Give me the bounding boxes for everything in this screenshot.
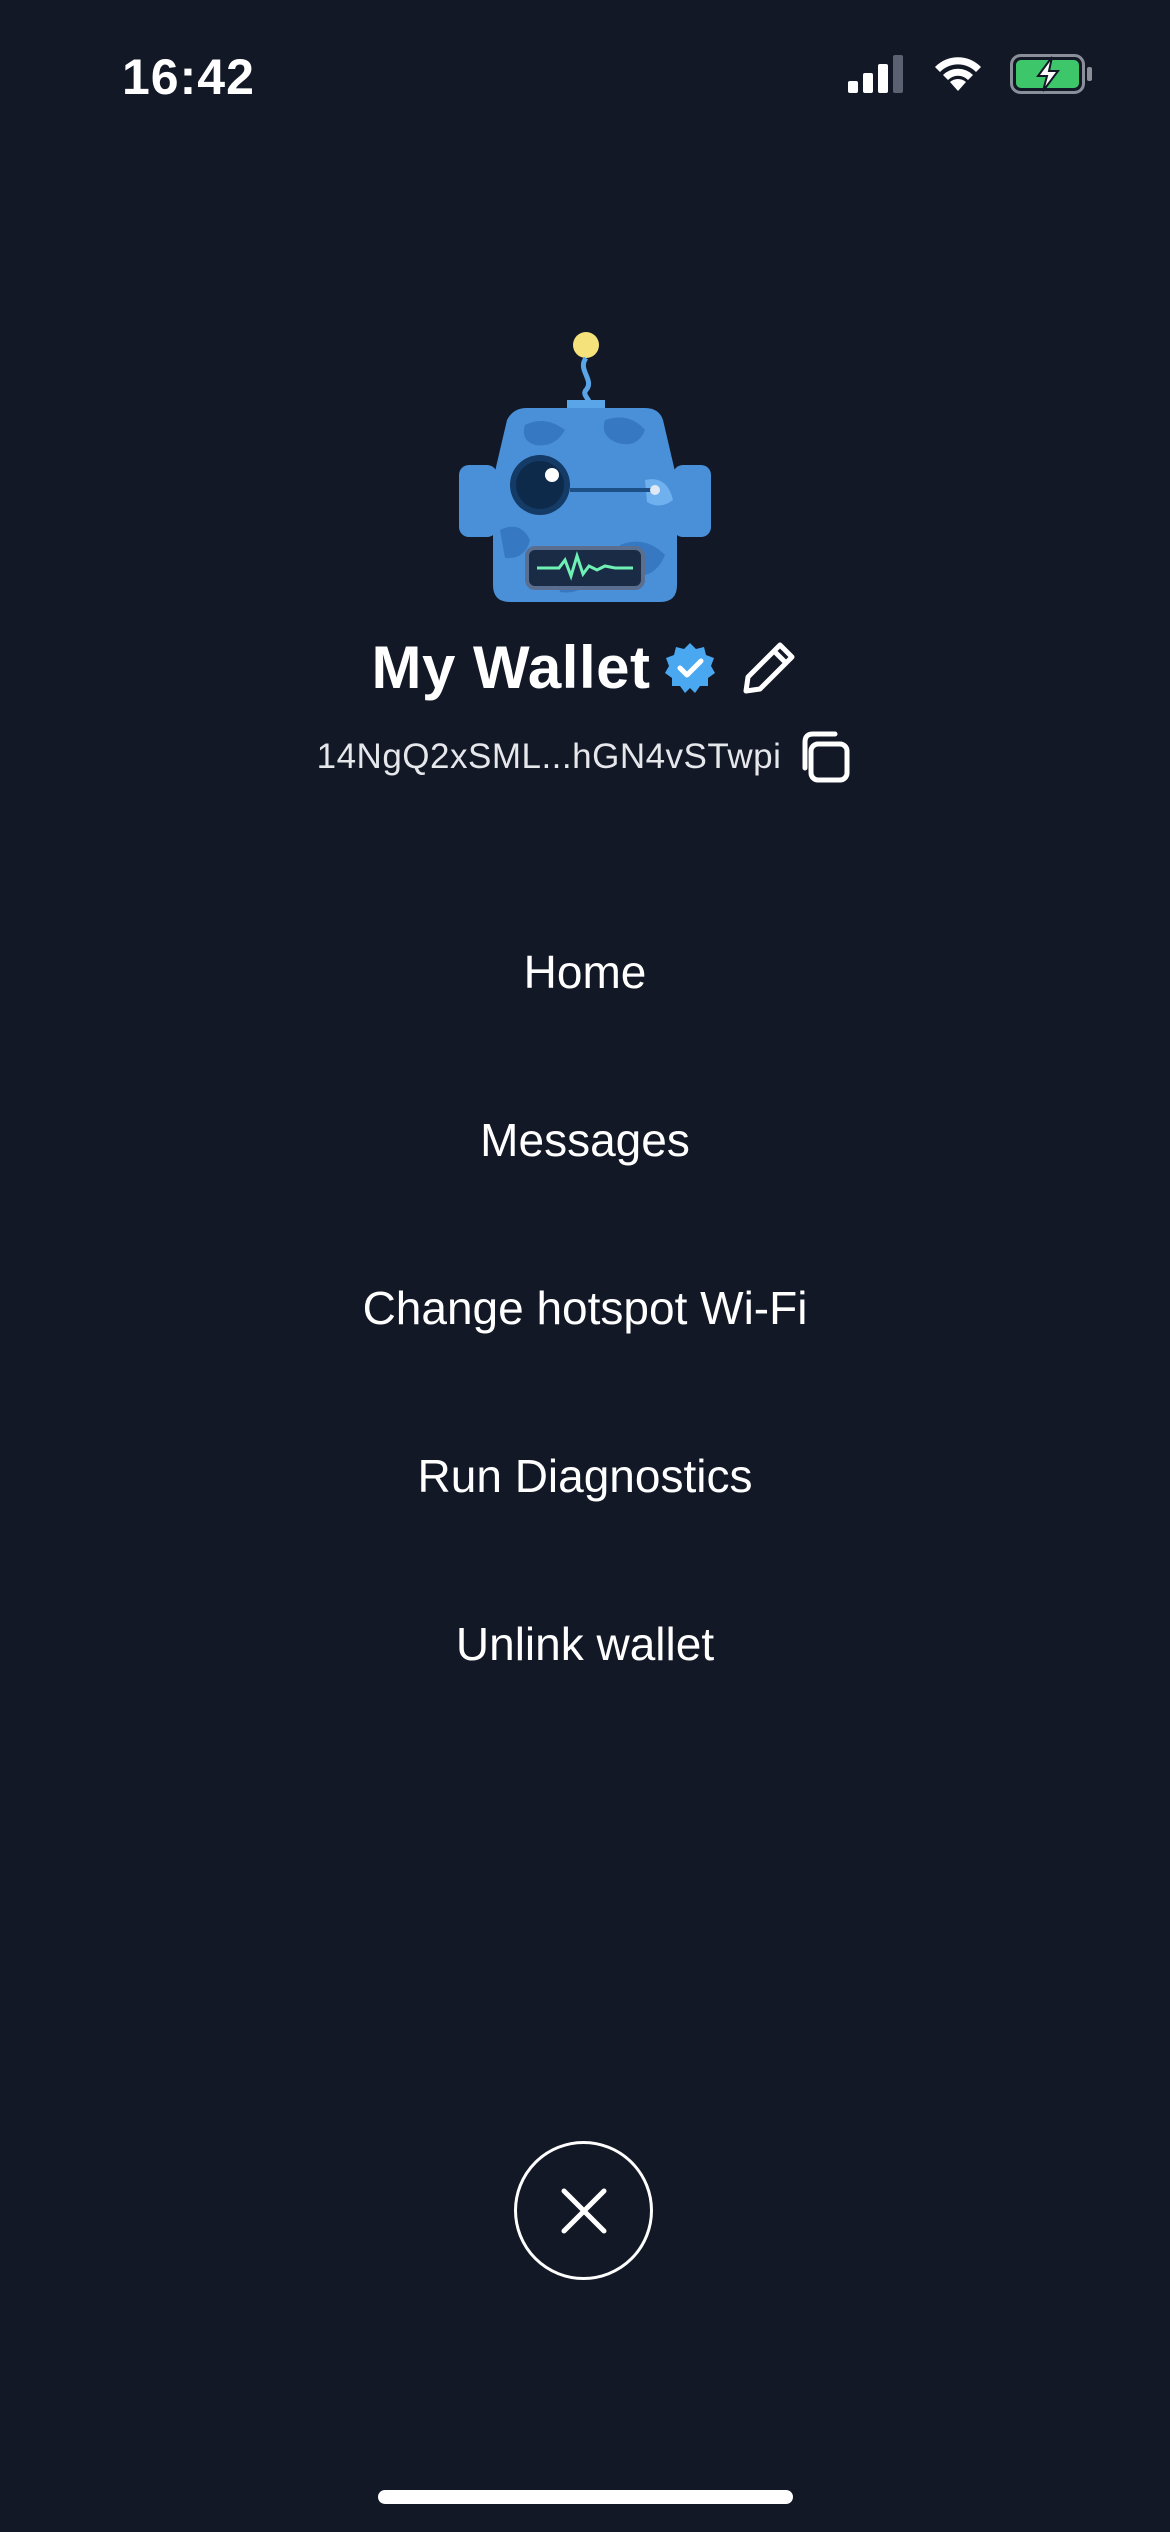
wallet-title-row: My Wallet xyxy=(0,633,1170,702)
status-bar: 16:42 xyxy=(0,0,1170,150)
status-time: 16:42 xyxy=(122,49,255,105)
battery-charging-icon xyxy=(1010,54,1094,99)
cellular-signal-icon xyxy=(848,55,906,98)
menu: Home Messages Change hotspot Wi-Fi Run D… xyxy=(0,945,1170,1785)
robot-avatar-icon xyxy=(455,330,715,610)
menu-item-unlink-wallet[interactable]: Unlink wallet xyxy=(0,1617,1170,1785)
wallet-name: My Wallet xyxy=(371,634,651,701)
status-icons xyxy=(848,54,1094,99)
close-icon xyxy=(560,2187,608,2235)
pencil-icon[interactable] xyxy=(740,639,798,697)
close-button[interactable] xyxy=(514,2141,653,2280)
menu-item-run-diagnostics[interactable]: Run Diagnostics xyxy=(0,1449,1170,1617)
copy-icon[interactable] xyxy=(795,728,853,786)
address-row: 14NgQ2xSML...hGN4vSTwpi xyxy=(0,728,1170,786)
menu-item-change-hotspot-wifi[interactable]: Change hotspot Wi-Fi xyxy=(0,1281,1170,1449)
wallet-address: 14NgQ2xSML...hGN4vSTwpi xyxy=(316,737,782,776)
wifi-icon xyxy=(932,55,984,98)
menu-item-messages[interactable]: Messages xyxy=(0,1113,1170,1281)
verified-badge-icon xyxy=(662,640,718,696)
menu-item-home[interactable]: Home xyxy=(0,945,1170,1113)
home-indicator[interactable] xyxy=(378,2490,793,2504)
